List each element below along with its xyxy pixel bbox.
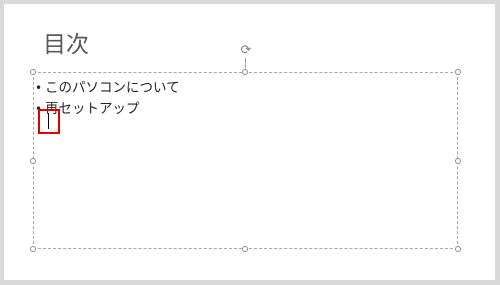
resize-handle-bottom-left[interactable] [30,246,36,252]
rotate-handle-icon[interactable]: ⟳ [239,44,253,58]
resize-handle-top-middle[interactable] [242,69,248,75]
bullet-item[interactable]: • このパソコンについて [35,77,180,98]
resize-handle-top-right[interactable] [455,69,461,75]
resize-handle-bottom-right[interactable] [455,246,461,252]
slide-title[interactable]: 目次 [43,30,89,60]
resize-handle-top-left[interactable] [30,69,36,75]
bullet-text[interactable]: このパソコンについて [45,79,180,97]
highlight-box [38,109,60,134]
bullet-marker: • [35,80,43,95]
resize-handle-middle-left[interactable] [30,158,36,164]
resize-handle-middle-right[interactable] [455,158,461,164]
resize-handle-bottom-middle[interactable] [242,246,248,252]
